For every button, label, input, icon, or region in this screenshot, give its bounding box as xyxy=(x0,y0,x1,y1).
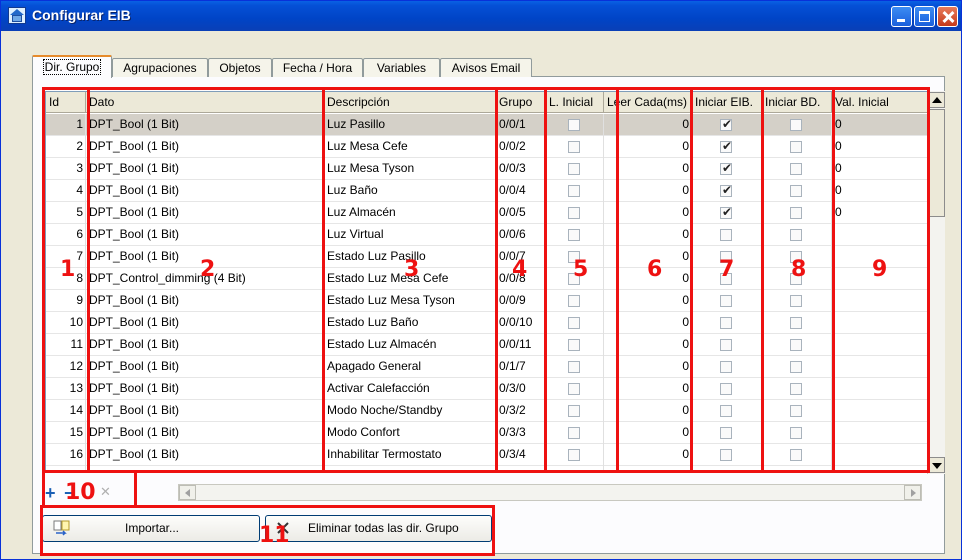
annotation-label-4: 4 xyxy=(512,257,528,282)
annotation-label-5: 5 xyxy=(573,257,589,282)
tab-fecha-hora[interactable]: Fecha / Hora xyxy=(272,58,363,77)
annotation-label-2: 2 xyxy=(200,257,216,282)
annotation-label-7: 7 xyxy=(719,257,735,282)
annotation-label-10: 10 xyxy=(65,480,96,505)
annotation-label-9: 9 xyxy=(872,257,888,282)
annotation-label-8: 8 xyxy=(791,257,807,282)
tab-avisos-email[interactable]: Avisos Email xyxy=(440,58,532,77)
horizontal-scrollbar[interactable] xyxy=(178,484,922,501)
tab-agrupaciones[interactable]: Agrupaciones xyxy=(112,58,208,77)
scroll-thumb[interactable] xyxy=(928,109,945,217)
annotation-label-3: 3 xyxy=(404,257,420,282)
tab-variables[interactable]: Variables xyxy=(363,58,440,77)
house-icon xyxy=(8,7,26,24)
window-title: Configurar EIB xyxy=(32,7,131,23)
tab-objetos[interactable]: Objetos xyxy=(208,58,272,77)
annotation-label-1: 1 xyxy=(60,257,76,282)
annotation-label-6: 6 xyxy=(647,257,663,282)
annotation-label-11: 11 xyxy=(259,523,290,548)
minimize-button[interactable] xyxy=(891,6,912,27)
maximize-button[interactable] xyxy=(914,6,935,27)
title-bar[interactable]: Configurar EIB xyxy=(1,1,961,31)
scroll-left-arrow-icon[interactable] xyxy=(179,485,196,500)
scroll-right-arrow-icon[interactable] xyxy=(904,485,921,500)
scroll-up-arrow-icon[interactable] xyxy=(928,92,945,108)
configurar-eib-window: Configurar EIB Dir. Grupo Agrupaciones O… xyxy=(0,0,962,560)
close-button[interactable] xyxy=(937,6,958,27)
scroll-down-arrow-icon[interactable] xyxy=(928,457,945,473)
tab-label: Dir. Grupo xyxy=(42,59,102,75)
tab-dir-grupo[interactable]: Dir. Grupo xyxy=(32,55,112,78)
